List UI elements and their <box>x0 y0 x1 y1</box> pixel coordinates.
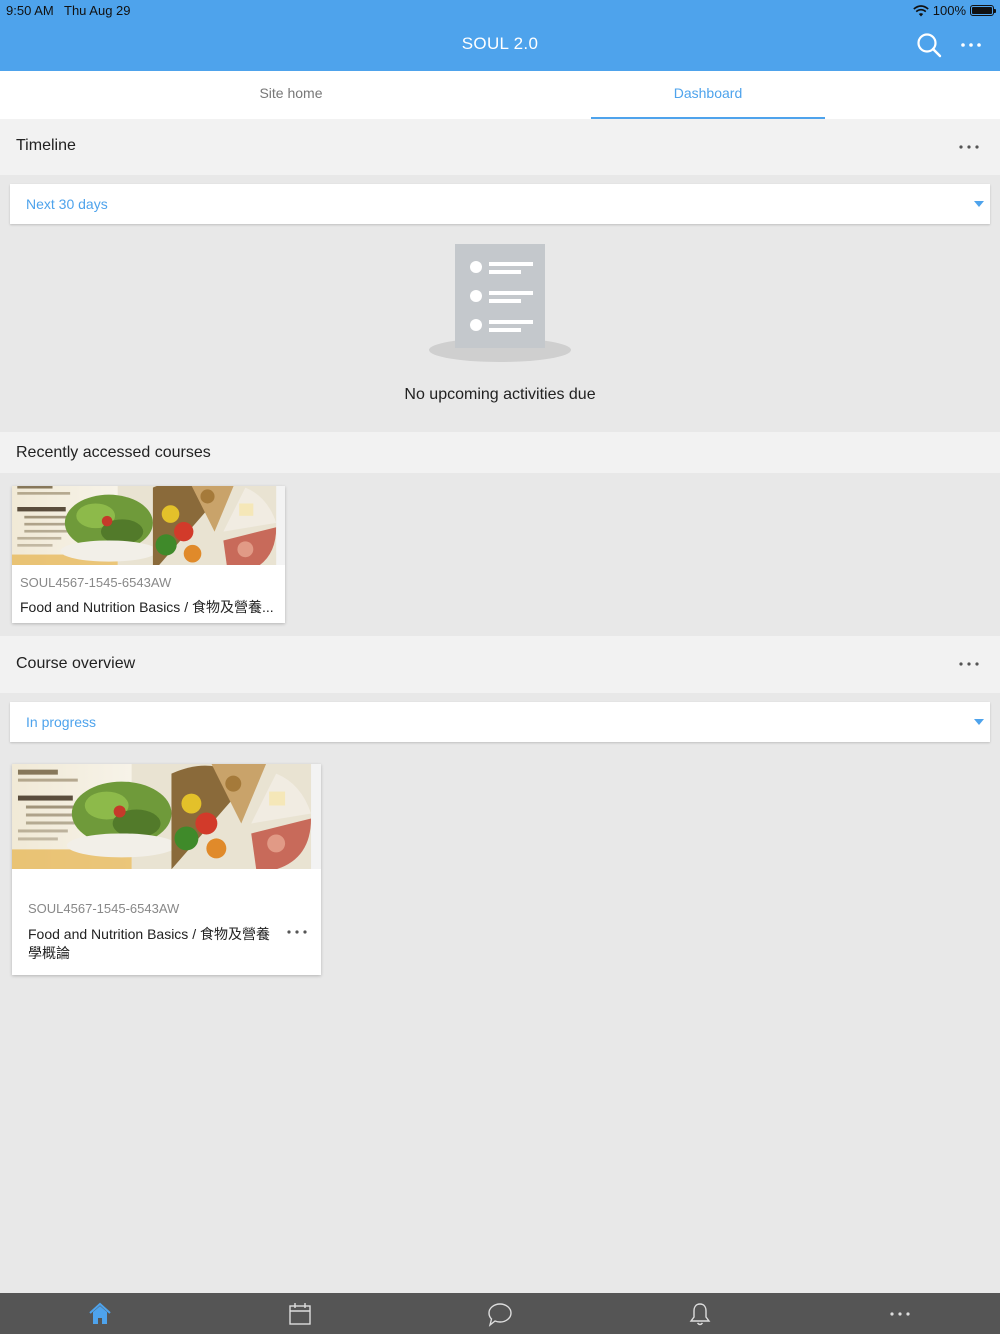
recent-courses-title: Recently accessed courses <box>16 444 211 461</box>
battery-icon <box>970 5 996 16</box>
recent-courses-header: Recently accessed courses <box>0 432 1000 473</box>
course-image <box>12 486 285 565</box>
notifications-icon[interactable] <box>687 1301 713 1327</box>
course-code: SOUL4567-1545-6543AW <box>28 901 180 916</box>
timeline-filter-value: Next 30 days <box>26 196 108 212</box>
timeline-menu-icon[interactable] <box>957 141 981 153</box>
timeline-filter-select[interactable]: Next 30 days <box>10 184 990 224</box>
app-header: 9:50 AM Thu Aug 29 100% SOUL 2.0 <box>0 0 1000 71</box>
battery-percent: 100% <box>932 3 966 18</box>
bottom-nav <box>0 1293 1000 1334</box>
tab-bar: Site home Dashboard <box>0 71 1000 119</box>
timeline-empty-message: No upcoming activities due <box>404 386 596 403</box>
tab-dashboard[interactable]: Dashboard <box>591 71 825 119</box>
search-icon[interactable] <box>916 32 942 58</box>
status-time: 9:50 AM <box>6 3 54 18</box>
status-indicators: 100% <box>913 3 996 18</box>
messages-icon[interactable] <box>487 1301 513 1327</box>
more-icon[interactable] <box>887 1301 913 1327</box>
tab-site-home[interactable]: Site home <box>174 71 408 119</box>
timeline-header: Timeline <box>0 119 1000 175</box>
course-menu-icon[interactable] <box>285 926 309 938</box>
course-overview-filter-select[interactable]: In progress <box>10 702 990 742</box>
timeline-title: Timeline <box>16 137 76 154</box>
empty-list-icon <box>429 244 571 362</box>
wifi-icon <box>913 4 929 16</box>
chevron-down-icon <box>974 201 984 207</box>
course-name-line1: Food and Nutrition Basics / 食物及營養 <box>28 926 270 942</box>
calendar-icon[interactable] <box>287 1301 313 1327</box>
course-overview-filter-value: In progress <box>26 714 97 730</box>
course-name: Food and Nutrition Basics / 食物及營養... <box>20 599 274 615</box>
course-overview-title: Course overview <box>16 655 136 672</box>
home-icon[interactable] <box>87 1301 113 1327</box>
course-code: SOUL4567-1545-6543AW <box>20 575 172 590</box>
app-title: SOUL 2.0 <box>461 34 539 53</box>
course-overview-menu-icon[interactable] <box>957 658 981 670</box>
status-date: Thu Aug 29 <box>64 3 131 18</box>
recent-course-card[interactable]: SOUL4567-1545-6543AW Food and Nutrition … <box>12 486 285 623</box>
course-overview-header: Course overview <box>0 636 1000 693</box>
chevron-down-icon <box>974 719 984 725</box>
course-name-line2: 學概論 <box>28 945 70 961</box>
course-overview-card[interactable]: SOUL4567-1545-6543AW Food and Nutrition … <box>12 764 321 975</box>
course-image <box>12 764 321 869</box>
more-icon[interactable] <box>958 36 984 54</box>
